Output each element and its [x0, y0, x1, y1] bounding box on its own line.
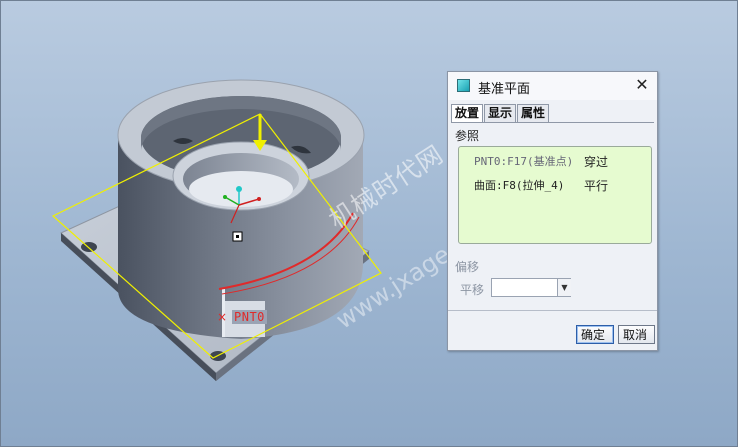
tab-bar: 放置 显示 属性: [451, 104, 550, 123]
datum-plane-icon: [457, 79, 470, 92]
translate-label: 平移: [460, 283, 485, 297]
dialog-titlebar[interactable]: 基准平面 ✕: [448, 72, 657, 100]
reference-row[interactable]: 曲面:F8(拉伸_4) 平行: [474, 177, 608, 193]
offset-label: 偏移: [455, 260, 480, 274]
cancel-button[interactable]: 取消: [618, 325, 655, 344]
divider: [448, 310, 657, 311]
chevron-down-icon[interactable]: ▼: [557, 279, 571, 296]
reference-row[interactable]: PNT0:F17(基准点) 穿过: [474, 153, 608, 169]
references-label: 参照: [455, 129, 480, 143]
tab-placement[interactable]: 放置: [451, 104, 484, 123]
reference-item: PNT0:F17(基准点): [474, 155, 574, 168]
placement-panel: 参照 PNT0:F17(基准点) 穿过 曲面:F8(拉伸_4) 平行 偏移 平移…: [451, 122, 654, 309]
datum-point-label[interactable]: PNT0: [232, 310, 267, 324]
reference-constraint[interactable]: 穿过: [584, 153, 608, 170]
references-list[interactable]: PNT0:F17(基准点) 穿过 曲面:F8(拉伸_4) 平行: [458, 146, 652, 244]
reference-item: 曲面:F8(拉伸_4): [474, 179, 565, 192]
ok-button[interactable]: 确定: [576, 325, 614, 344]
dialog-title: 基准平面: [478, 82, 531, 97]
datum-point-marker[interactable]: ×: [217, 310, 227, 324]
tab-properties[interactable]: 属性: [517, 104, 550, 122]
tab-display[interactable]: 显示: [484, 104, 517, 122]
close-icon[interactable]: ✕: [633, 75, 651, 95]
datum-plane-dialog: 基准平面 ✕ 放置 显示 属性 参照 PNT0:F17(基准点) 穿过 曲面:F…: [447, 71, 658, 351]
reference-constraint[interactable]: 平行: [584, 177, 608, 194]
